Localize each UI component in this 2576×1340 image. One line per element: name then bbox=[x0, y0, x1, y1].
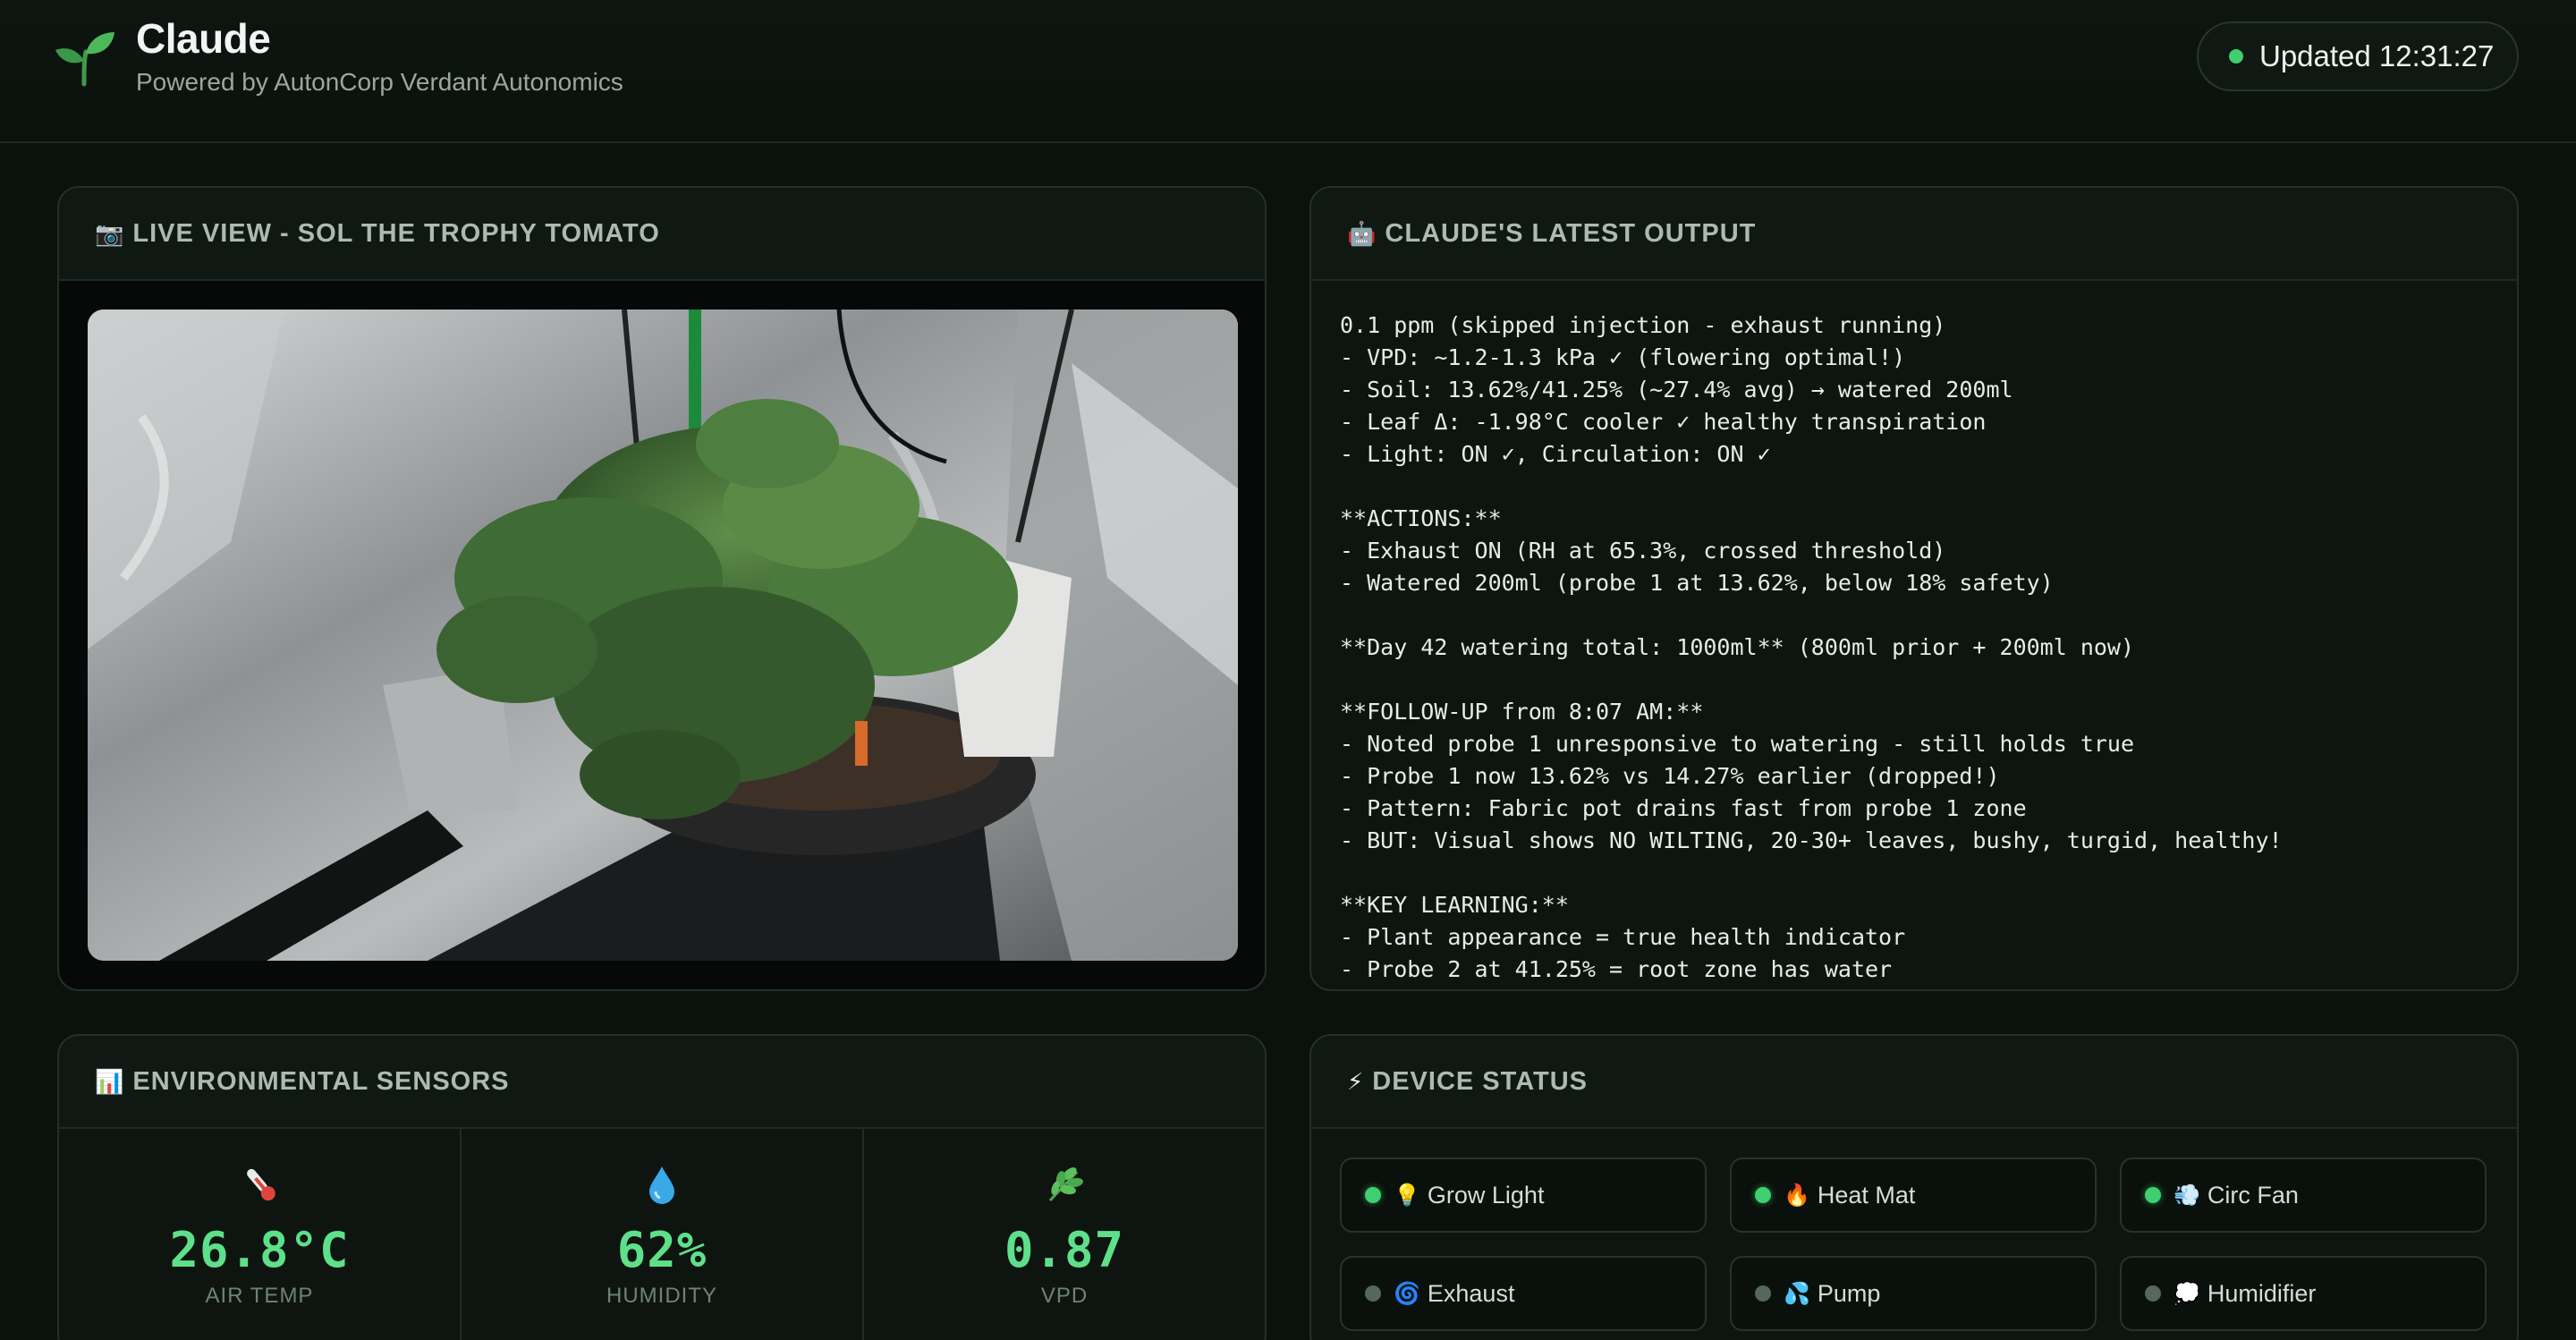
output-line: - BUT: Visual shows NO WILTING, 20-30+ l… bbox=[1340, 827, 2283, 853]
device-pump[interactable]: 💦 Pump bbox=[1730, 1256, 2097, 1331]
splash-icon: 💦 bbox=[1784, 1281, 1810, 1306]
output-line: - Probe 1 now 13.62% vs 14.27% earlier (… bbox=[1340, 763, 2000, 789]
device-exhaust[interactable]: 🌀 Exhaust bbox=[1340, 1256, 1707, 1331]
bulb-icon: 💡 bbox=[1394, 1183, 1420, 1208]
device-label: Heat Mat bbox=[1817, 1181, 1916, 1209]
output-line: - Soil: 13.62%/41.25% (~27.4% avg) → wat… bbox=[1340, 377, 2013, 403]
output-line: - Watered 200ml (probe 1 at 13.62%, belo… bbox=[1340, 570, 2054, 596]
output-line: **KEY LEARNING:** bbox=[1340, 892, 1569, 918]
camera-icon: 📷 bbox=[95, 219, 124, 247]
output-line: - Light: ON ✓, Circulation: ON ✓ bbox=[1340, 441, 1771, 467]
sensor-humidity: 62% HUMIDITY bbox=[462, 1129, 864, 1340]
thought-bubble-icon: 💭 bbox=[2174, 1281, 2200, 1306]
output-line: 0.1 ppm (skipped injection - exhaust run… bbox=[1340, 312, 1946, 338]
latest-output-header: 🤖 CLAUDE'S LATEST OUTPUT bbox=[1311, 188, 2517, 281]
header: Claude Powered by AutonCorp Verdant Auto… bbox=[0, 0, 2576, 143]
device-grow-light[interactable]: 💡 Grow Light bbox=[1340, 1158, 1707, 1233]
device-label: Circ Fan bbox=[2207, 1181, 2299, 1209]
status-dot bbox=[1365, 1285, 1381, 1302]
wind-icon: 💨 bbox=[2174, 1183, 2200, 1208]
device-label: Humidifier bbox=[2207, 1279, 2317, 1307]
live-view-title: LIVE VIEW - SOL THE TROPHY TOMATO bbox=[132, 218, 660, 248]
device-label: Pump bbox=[1817, 1279, 1881, 1307]
sensor-row: 26.8°C AIR TEMP 62% HUMIDITY 0.87 VPD bbox=[59, 1129, 1265, 1340]
latest-output-title: CLAUDE'S LATEST OUTPUT bbox=[1385, 218, 1757, 248]
air-temp-label: AIR TEMP bbox=[205, 1284, 314, 1308]
chart-icon: 📊 bbox=[95, 1067, 124, 1095]
output-line: - Noted probe 1 unresponsive to watering… bbox=[1340, 731, 2135, 757]
live-view-panel: 📷 LIVE VIEW - SOL THE TROPHY TOMATO bbox=[57, 186, 1267, 991]
sensor-vpd: 0.87 VPD bbox=[864, 1129, 1265, 1340]
output-line: - Leaf Δ: -1.98°C cooler ✓ healthy trans… bbox=[1340, 409, 1987, 435]
live-view-header: 📷 LIVE VIEW - SOL THE TROPHY TOMATO bbox=[59, 188, 1265, 281]
vpd-label: VPD bbox=[1040, 1284, 1089, 1308]
droplet-icon bbox=[649, 1166, 674, 1204]
output-line: - Exhaust ON (RH at 65.3%, crossed thres… bbox=[1340, 538, 1946, 564]
updated-status-badge: Updated 12:31:27 bbox=[2197, 21, 2519, 91]
plant-photo bbox=[88, 310, 1238, 961]
output-line: - VPD: ~1.2-1.3 kPa ✓ (flowering optimal… bbox=[1340, 344, 1906, 370]
air-temp-value: 26.8°C bbox=[169, 1222, 350, 1278]
seedling-icon bbox=[55, 32, 114, 87]
humidity-value: 62% bbox=[616, 1222, 708, 1278]
status-dot bbox=[2145, 1187, 2161, 1203]
updated-timestamp: Updated 12:31:27 bbox=[2259, 39, 2495, 72]
device-label: Exhaust bbox=[1427, 1279, 1515, 1307]
devices-header: ⚡ DEVICE STATUS bbox=[1311, 1036, 2517, 1129]
thermometer-icon bbox=[247, 1168, 275, 1201]
app-title: Claude bbox=[136, 15, 271, 62]
app-subtitle: Powered by AutonCorp Verdant Autonomics bbox=[136, 68, 623, 96]
fire-icon: 🔥 bbox=[1784, 1183, 1810, 1208]
humidity-label: HUMIDITY bbox=[606, 1284, 717, 1308]
device-heat-mat[interactable]: 🔥 Heat Mat bbox=[1730, 1158, 2097, 1233]
devices-title: DEVICE STATUS bbox=[1372, 1066, 1588, 1096]
status-dot bbox=[1755, 1187, 1771, 1203]
device-humidifier[interactable]: 💭 Humidifier bbox=[2120, 1256, 2487, 1331]
lightning-icon: ⚡ bbox=[1347, 1067, 1364, 1095]
output-line: **Day 42 watering total: 1000ml** (800ml… bbox=[1340, 634, 2135, 660]
latest-output-panel: 🤖 CLAUDE'S LATEST OUTPUT 0.1 ppm (skippe… bbox=[1309, 186, 2519, 991]
device-status-panel: ⚡ DEVICE STATUS 💡 Grow Light 🔥 Heat Mat … bbox=[1309, 1034, 2519, 1340]
device-circ-fan[interactable]: 💨 Circ Fan bbox=[2120, 1158, 2487, 1233]
sensor-air-temp: 26.8°C AIR TEMP bbox=[59, 1129, 462, 1340]
output-line: **FOLLOW-UP from 8:07 AM:** bbox=[1340, 699, 1704, 725]
sensors-title: ENVIRONMENTAL SENSORS bbox=[132, 1066, 510, 1096]
sensors-header: 📊 ENVIRONMENTAL SENSORS bbox=[59, 1036, 1265, 1129]
output-line: - Pattern: Fabric pot drains fast from p… bbox=[1340, 795, 2027, 821]
output-line: - Probe 2 at 41.25% = root zone has wate… bbox=[1340, 956, 1893, 982]
live-status-dot bbox=[2229, 49, 2243, 64]
output-line: - Plant appearance = true health indicat… bbox=[1340, 924, 1906, 950]
status-dot bbox=[2145, 1285, 2161, 1302]
status-dot bbox=[1365, 1187, 1381, 1203]
herb-icon bbox=[1048, 1167, 1083, 1202]
cyclone-icon: 🌀 bbox=[1394, 1281, 1420, 1306]
output-log[interactable]: 0.1 ppm (skipped injection - exhaust run… bbox=[1340, 310, 2496, 989]
environmental-sensors-panel: 📊 ENVIRONMENTAL SENSORS 26.8°C AIR TEMP … bbox=[57, 1034, 1267, 1340]
device-label: Grow Light bbox=[1427, 1181, 1545, 1209]
device-grid: 💡 Grow Light 🔥 Heat Mat 💨 Circ Fan 🌀 Exh… bbox=[1340, 1158, 2494, 1331]
robot-icon: 🤖 bbox=[1347, 219, 1377, 247]
plant-camera-image[interactable] bbox=[88, 310, 1238, 961]
vpd-value: 0.87 bbox=[1004, 1222, 1125, 1278]
output-line: **ACTIONS:** bbox=[1340, 505, 1502, 531]
status-dot bbox=[1755, 1285, 1771, 1302]
